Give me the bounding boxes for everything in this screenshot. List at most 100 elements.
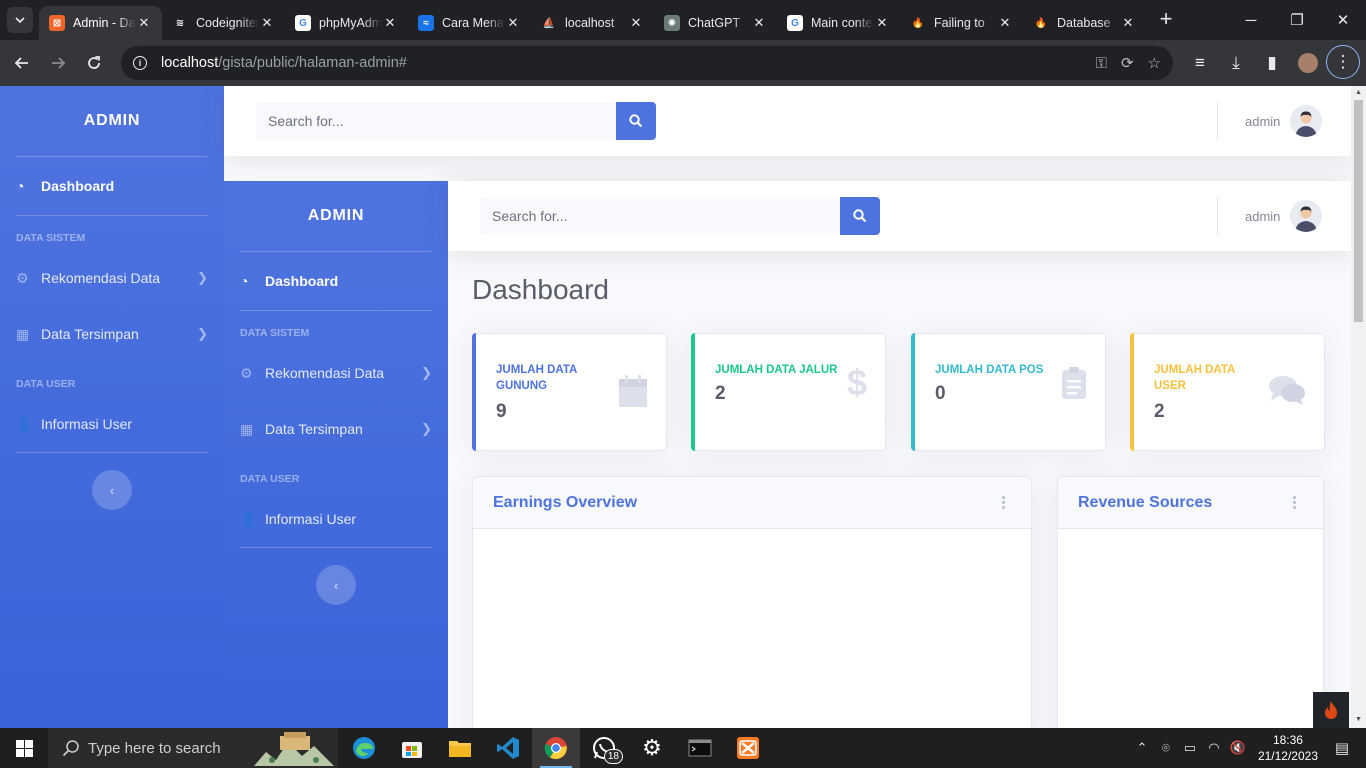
browser-tab[interactable]: ⊠ Admin - Dashboard✕: [39, 6, 162, 40]
browser-tab[interactable]: ≈ Cara Menampilkan✕: [408, 6, 531, 40]
minimize-button[interactable]: ─: [1228, 0, 1274, 40]
browser-tab[interactable]: GphpMyAdmin✕: [285, 6, 408, 40]
avatar: [1290, 105, 1323, 137]
tab-close-icon[interactable]: ✕: [628, 15, 644, 31]
tab-close-icon[interactable]: ✕: [1120, 15, 1136, 31]
earnings-overview-card: Earnings Overview: [472, 476, 1032, 728]
sidebar-item-informasi-user[interactable]: 👤 Informasi User: [0, 396, 224, 452]
stat-value: 2: [1154, 401, 1165, 422]
show-hidden-icons-chevron-up-icon[interactable]: ⌃: [1130, 740, 1154, 756]
chevron-right-icon: ❯: [421, 365, 432, 380]
restore-button[interactable]: ❐: [1274, 0, 1320, 40]
volume-muted-icon[interactable]: 🔇: [1226, 740, 1250, 756]
browser-tab[interactable]: G Main content✕: [777, 6, 900, 40]
battery-plug-icon[interactable]: ▭: [1178, 740, 1202, 756]
debug-toolbar-button[interactable]: [1313, 692, 1349, 728]
sidebar-toggle-button[interactable]: ‹: [92, 470, 132, 510]
user-dropdown[interactable]: admin: [1245, 105, 1323, 137]
tab-close-icon[interactable]: ✕: [997, 15, 1013, 31]
meet-now-icon[interactable]: ⌾: [1154, 740, 1178, 756]
scroll-up-arrow[interactable]: ▲: [1354, 89, 1363, 98]
tab-close-icon[interactable]: ✕: [382, 15, 398, 31]
folder-icon: [449, 741, 471, 757]
user-dropdown[interactable]: admin: [1245, 200, 1323, 232]
tachometer-icon: ◔: [16, 178, 25, 194]
sidebar-item-tersimpan[interactable]: ▦ Data Tersimpan ❯: [0, 306, 224, 362]
sidebar-item-dashboard[interactable]: ◔ Dashboard: [224, 252, 448, 310]
close-window-button[interactable]: ✕: [1320, 0, 1366, 40]
tab-close-icon[interactable]: ✕: [505, 15, 521, 31]
browser-tab[interactable]: ⛵ localhost ✕: [531, 6, 654, 40]
sidebar-item-rekomendasi[interactable]: ⚙ Rekomendasi Data ❯: [224, 345, 448, 401]
tab-search-button[interactable]: [7, 7, 33, 33]
wifi-icon[interactable]: ◠: [1202, 740, 1226, 756]
search-input[interactable]: Search for...: [256, 102, 616, 140]
sidebar-toggle-button[interactable]: ‹: [316, 565, 356, 605]
taskbar-app-chrome[interactable]: [532, 728, 580, 768]
tachometer-icon: ◔: [240, 273, 249, 289]
taskbar-app-terminal[interactable]: [676, 728, 724, 768]
url-path: /gista/public/halaman-admin#: [218, 55, 407, 71]
taskbar-search[interactable]: Type here to search: [48, 728, 338, 768]
search-input[interactable]: Search for...: [480, 197, 840, 235]
more-options-icon[interactable]: [1293, 496, 1296, 509]
browser-tab[interactable]: 🔥 Failing to ✕: [900, 6, 1023, 40]
taskbar-apps: 18 ⚙: [340, 728, 772, 768]
page-viewport: ADMIN ◔ Dashboard DATA SISTEM ⚙ Rekomend…: [0, 86, 1366, 728]
browser-tab[interactable]: ≋ Codeigniter ✕: [162, 6, 285, 40]
scrollbar-thumb[interactable]: [1354, 100, 1363, 322]
search-button[interactable]: [840, 197, 880, 235]
terminal-icon: [688, 739, 712, 757]
taskbar-app-edge[interactable]: [340, 728, 388, 768]
translate-icon[interactable]: ⟳: [1121, 54, 1134, 72]
taskbar-app-settings[interactable]: ⚙: [628, 728, 676, 768]
taskbar-clock[interactable]: 18:36 21/12/2023: [1258, 732, 1318, 764]
taskbar-app-whatsapp[interactable]: 18: [580, 728, 628, 768]
tab-close-icon[interactable]: ✕: [751, 15, 767, 31]
search-button[interactable]: [616, 102, 656, 140]
site-info-icon[interactable]: i: [133, 56, 147, 70]
more-options-icon[interactable]: [1002, 496, 1005, 509]
tab-close-icon[interactable]: ✕: [136, 15, 152, 31]
sidebar-item-dashboard[interactable]: ◔ Dashboard: [0, 157, 224, 215]
notification-center-icon[interactable]: ▤: [1330, 739, 1354, 757]
bookmark-star-icon[interactable]: ☆: [1148, 54, 1161, 72]
taskbar-app-vscode[interactable]: [484, 728, 532, 768]
forward-button[interactable]: [40, 45, 76, 81]
xampp-icon: [737, 737, 759, 759]
key-icon[interactable]: ⚿: [1096, 55, 1107, 72]
sidebar-item-label: Dashboard: [41, 178, 115, 194]
back-button[interactable]: [4, 45, 40, 81]
sidebar-brand[interactable]: ADMIN: [224, 181, 448, 251]
topbar-search: Search for...: [256, 102, 656, 140]
chrome-menu-button[interactable]: ⋮: [1326, 45, 1360, 79]
media-control-icon[interactable]: ≡: [1182, 45, 1218, 81]
tab-close-icon[interactable]: ✕: [259, 15, 275, 31]
reload-button[interactable]: [76, 45, 112, 81]
tab-close-icon[interactable]: ✕: [874, 15, 890, 31]
taskbar-app-xampp[interactable]: [724, 728, 772, 768]
sidebar-item-label: Informasi User: [265, 511, 357, 527]
card-accent: [911, 333, 915, 451]
browser-tab-strip: ⊠Admin - Dashboard✕≋Codeigniter✕GphpMyAd…: [0, 0, 1366, 40]
download-icon[interactable]: ⤓: [1218, 45, 1254, 81]
taskbar-app-store[interactable]: [388, 728, 436, 768]
sidebar-item-informasi-user[interactable]: 👤 Informasi User: [224, 491, 448, 547]
tab-favicon-icon: ⛵: [541, 15, 557, 31]
windows-taskbar: Type here to search 18 ⚙ ⌃ ⌾ ▭ ◠ 🔇 18:36…: [0, 728, 1366, 768]
profile-avatar[interactable]: [1290, 45, 1326, 81]
start-button[interactable]: [0, 728, 48, 768]
new-tab-button[interactable]: +: [1152, 5, 1180, 33]
taskbar-app-file-explorer[interactable]: [436, 728, 484, 768]
browser-tab[interactable]: 🔥 Database ✕: [1023, 6, 1146, 40]
sidebar-item-rekomendasi[interactable]: ⚙ Rekomendasi Data ❯: [0, 250, 224, 306]
browser-tab[interactable]: ✺ ChatGPT ✕: [654, 6, 777, 40]
clock-time: 18:36: [1272, 733, 1303, 747]
sidebar-outer: ADMIN ◔ Dashboard DATA SISTEM ⚙ Rekomend…: [0, 86, 224, 728]
address-bar[interactable]: i localhost/gista/public/halaman-admin# …: [121, 46, 1173, 80]
side-panel-icon[interactable]: ▮: [1254, 45, 1290, 81]
page-scrollbar[interactable]: ▲ ▼: [1351, 86, 1366, 728]
sidebar-item-tersimpan[interactable]: ▦ Data Tersimpan ❯: [224, 401, 448, 457]
scroll-down-arrow[interactable]: ▼: [1354, 716, 1363, 725]
sidebar-brand[interactable]: ADMIN: [0, 86, 224, 156]
